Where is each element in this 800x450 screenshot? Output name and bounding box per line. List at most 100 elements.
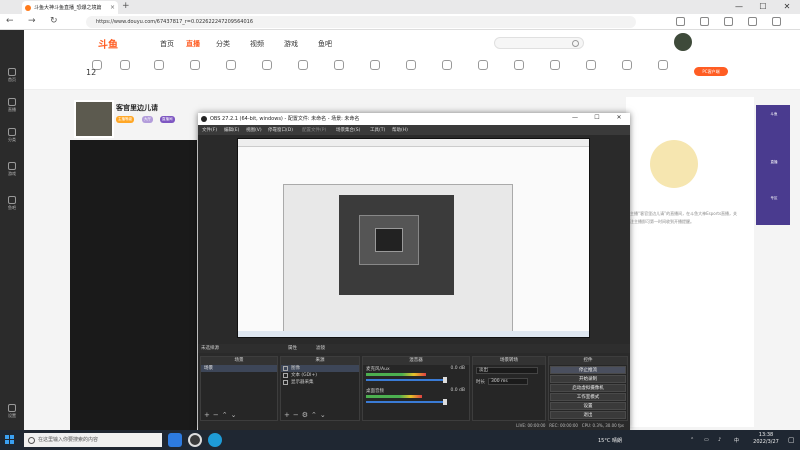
gear-icon[interactable]: ⚙ (302, 411, 311, 419)
cat-item[interactable] (112, 60, 138, 72)
cat-item[interactable] (578, 60, 604, 72)
volume-slider-handle[interactable] (442, 399, 447, 405)
add-icon[interactable]: + (204, 411, 213, 419)
properties-button[interactable]: 属性 (288, 344, 297, 353)
douyu-search-input[interactable] (494, 37, 584, 49)
volume-slider[interactable] (366, 401, 443, 403)
minimize-button[interactable]: — (728, 0, 750, 14)
profile-icon[interactable] (748, 17, 757, 26)
cat-item[interactable] (470, 60, 496, 72)
nav-game[interactable]: 游戏 (284, 39, 298, 49)
scene-item[interactable]: 场景 (201, 365, 277, 372)
nav-video[interactable]: 视频 (250, 39, 264, 49)
cat-item[interactable] (362, 60, 388, 72)
menu-tools[interactable]: 工具(T) (370, 127, 385, 133)
sidebar-item-settings[interactable]: 设置 (3, 404, 21, 419)
cat-item[interactable] (434, 60, 460, 72)
obs-minimize-button[interactable]: — (564, 112, 586, 124)
nav-fishbar[interactable]: 鱼吧 (318, 39, 332, 49)
maximize-button[interactable]: ☐ (752, 0, 774, 14)
close-tab-icon[interactable]: × (110, 4, 115, 11)
cat-item[interactable] (398, 60, 424, 72)
nav-live[interactable]: 直播 (186, 39, 200, 49)
ime-indicator[interactable]: 中 (734, 437, 739, 444)
sidebar-item-game[interactable]: 游戏 (3, 162, 21, 177)
taskbar-search-input[interactable]: 在这里输入你要搜索的内容 (24, 433, 162, 447)
sidebar-item-live[interactable]: 直播 (3, 98, 21, 113)
new-tab-button[interactable]: + (122, 1, 130, 11)
menu-file[interactable]: 文件(F) (202, 127, 217, 133)
cat-item[interactable] (146, 60, 172, 72)
volume-slider[interactable] (366, 379, 443, 381)
cat-item[interactable] (326, 60, 352, 72)
studio-mode-button[interactable]: 工作室模式 (550, 393, 626, 401)
remove-icon[interactable]: − (293, 411, 302, 419)
stop-streaming-button[interactable]: 停止推流 (550, 366, 626, 374)
exit-button[interactable]: 退出 (550, 411, 626, 419)
source-item[interactable]: 图像 (281, 365, 359, 372)
settings-button[interactable]: 设置 (550, 402, 626, 410)
cat-item[interactable] (542, 60, 568, 72)
menu-profile[interactable]: 配置文件(P) (302, 127, 326, 133)
filters-button[interactable]: 滤镜 (316, 344, 325, 353)
cat-item[interactable] (182, 60, 208, 72)
obs-taskbar-icon[interactable] (188, 433, 202, 447)
start-virtual-camera-button[interactable]: 启动虚拟摄像机 (550, 384, 626, 392)
task-view-icon[interactable] (168, 433, 182, 447)
more-menu-icon[interactable] (772, 17, 781, 26)
weather-widget[interactable]: 15°C 晴朗 (598, 437, 622, 444)
forward-button[interactable]: → (28, 16, 36, 26)
reload-button[interactable]: ↻ (50, 16, 58, 26)
menu-view[interactable]: 视图(V) (246, 127, 262, 133)
close-window-button[interactable]: ✕ (776, 0, 798, 14)
network-icon[interactable]: ▭ (704, 437, 709, 443)
browser-tab[interactable]: 斗鱼大神斗鱼直播_恐爆之境篇 × (22, 1, 118, 14)
source-item[interactable]: 文本 (GDI+) (281, 372, 359, 379)
back-button[interactable]: ← (6, 16, 14, 26)
cat-item[interactable] (614, 60, 640, 72)
sidebar-item-fish[interactable]: 鱼吧 (3, 196, 21, 211)
move-up-icon[interactable]: ⌃ (222, 411, 231, 419)
tray-overflow-icon[interactable]: ⌃ (690, 437, 694, 443)
cat-item[interactable] (290, 60, 316, 72)
notification-icon[interactable]: ▢ (788, 436, 795, 444)
extensions-icon[interactable] (676, 17, 685, 26)
favorites-icon[interactable] (700, 17, 709, 26)
menu-edit[interactable]: 编辑(E) (224, 127, 239, 133)
cat-item[interactable] (650, 60, 676, 72)
transition-type-select[interactable]: 淡出 (476, 367, 538, 374)
cat-item[interactable] (218, 60, 244, 72)
remove-icon[interactable]: − (213, 411, 222, 419)
user-avatar[interactable] (674, 33, 692, 51)
side-banner[interactable] (756, 105, 790, 225)
streamer-avatar[interactable] (74, 100, 114, 138)
duration-input[interactable]: 300 ms (488, 378, 528, 385)
sidebar-item-category[interactable]: 分类 (3, 128, 21, 143)
nav-home[interactable]: 首页 (160, 39, 174, 49)
obs-maximize-button[interactable]: ☐ (586, 112, 608, 124)
edge-taskbar-icon[interactable] (208, 433, 222, 447)
menu-docks[interactable]: 停靠窗口(D) (268, 127, 293, 133)
volume-icon[interactable]: ♪ (718, 437, 721, 443)
cat-item[interactable] (254, 60, 280, 72)
windows-start-icon[interactable] (5, 435, 15, 445)
obs-preview[interactable] (237, 138, 590, 338)
move-up-icon[interactable]: ⌃ (311, 411, 320, 419)
douyu-logo[interactable]: 斗鱼 (98, 36, 118, 51)
obs-close-button[interactable]: ✕ (608, 112, 630, 124)
collections-icon[interactable] (724, 17, 733, 26)
cat-item[interactable] (506, 60, 532, 72)
sidebar-item-home[interactable]: 首页 (3, 68, 21, 83)
move-down-icon[interactable]: ⌄ (231, 411, 240, 419)
live-video-player[interactable] (70, 140, 197, 430)
nav-category[interactable]: 分类 (216, 39, 230, 49)
source-item[interactable]: 显示器采集 (281, 379, 359, 386)
move-down-icon[interactable]: ⌄ (320, 411, 329, 419)
menu-help[interactable]: 帮助(H) (392, 127, 408, 133)
url-field[interactable]: https://www.douyu.com/67437817_r=0.02262… (86, 16, 636, 28)
pc-client-button[interactable]: PC客户端 (694, 67, 728, 76)
menu-scene-collection[interactable]: 场景集合(S) (336, 127, 360, 133)
volume-slider-handle[interactable] (442, 377, 447, 383)
start-recording-button[interactable]: 开始录制 (550, 375, 626, 383)
add-icon[interactable]: + (284, 411, 293, 419)
